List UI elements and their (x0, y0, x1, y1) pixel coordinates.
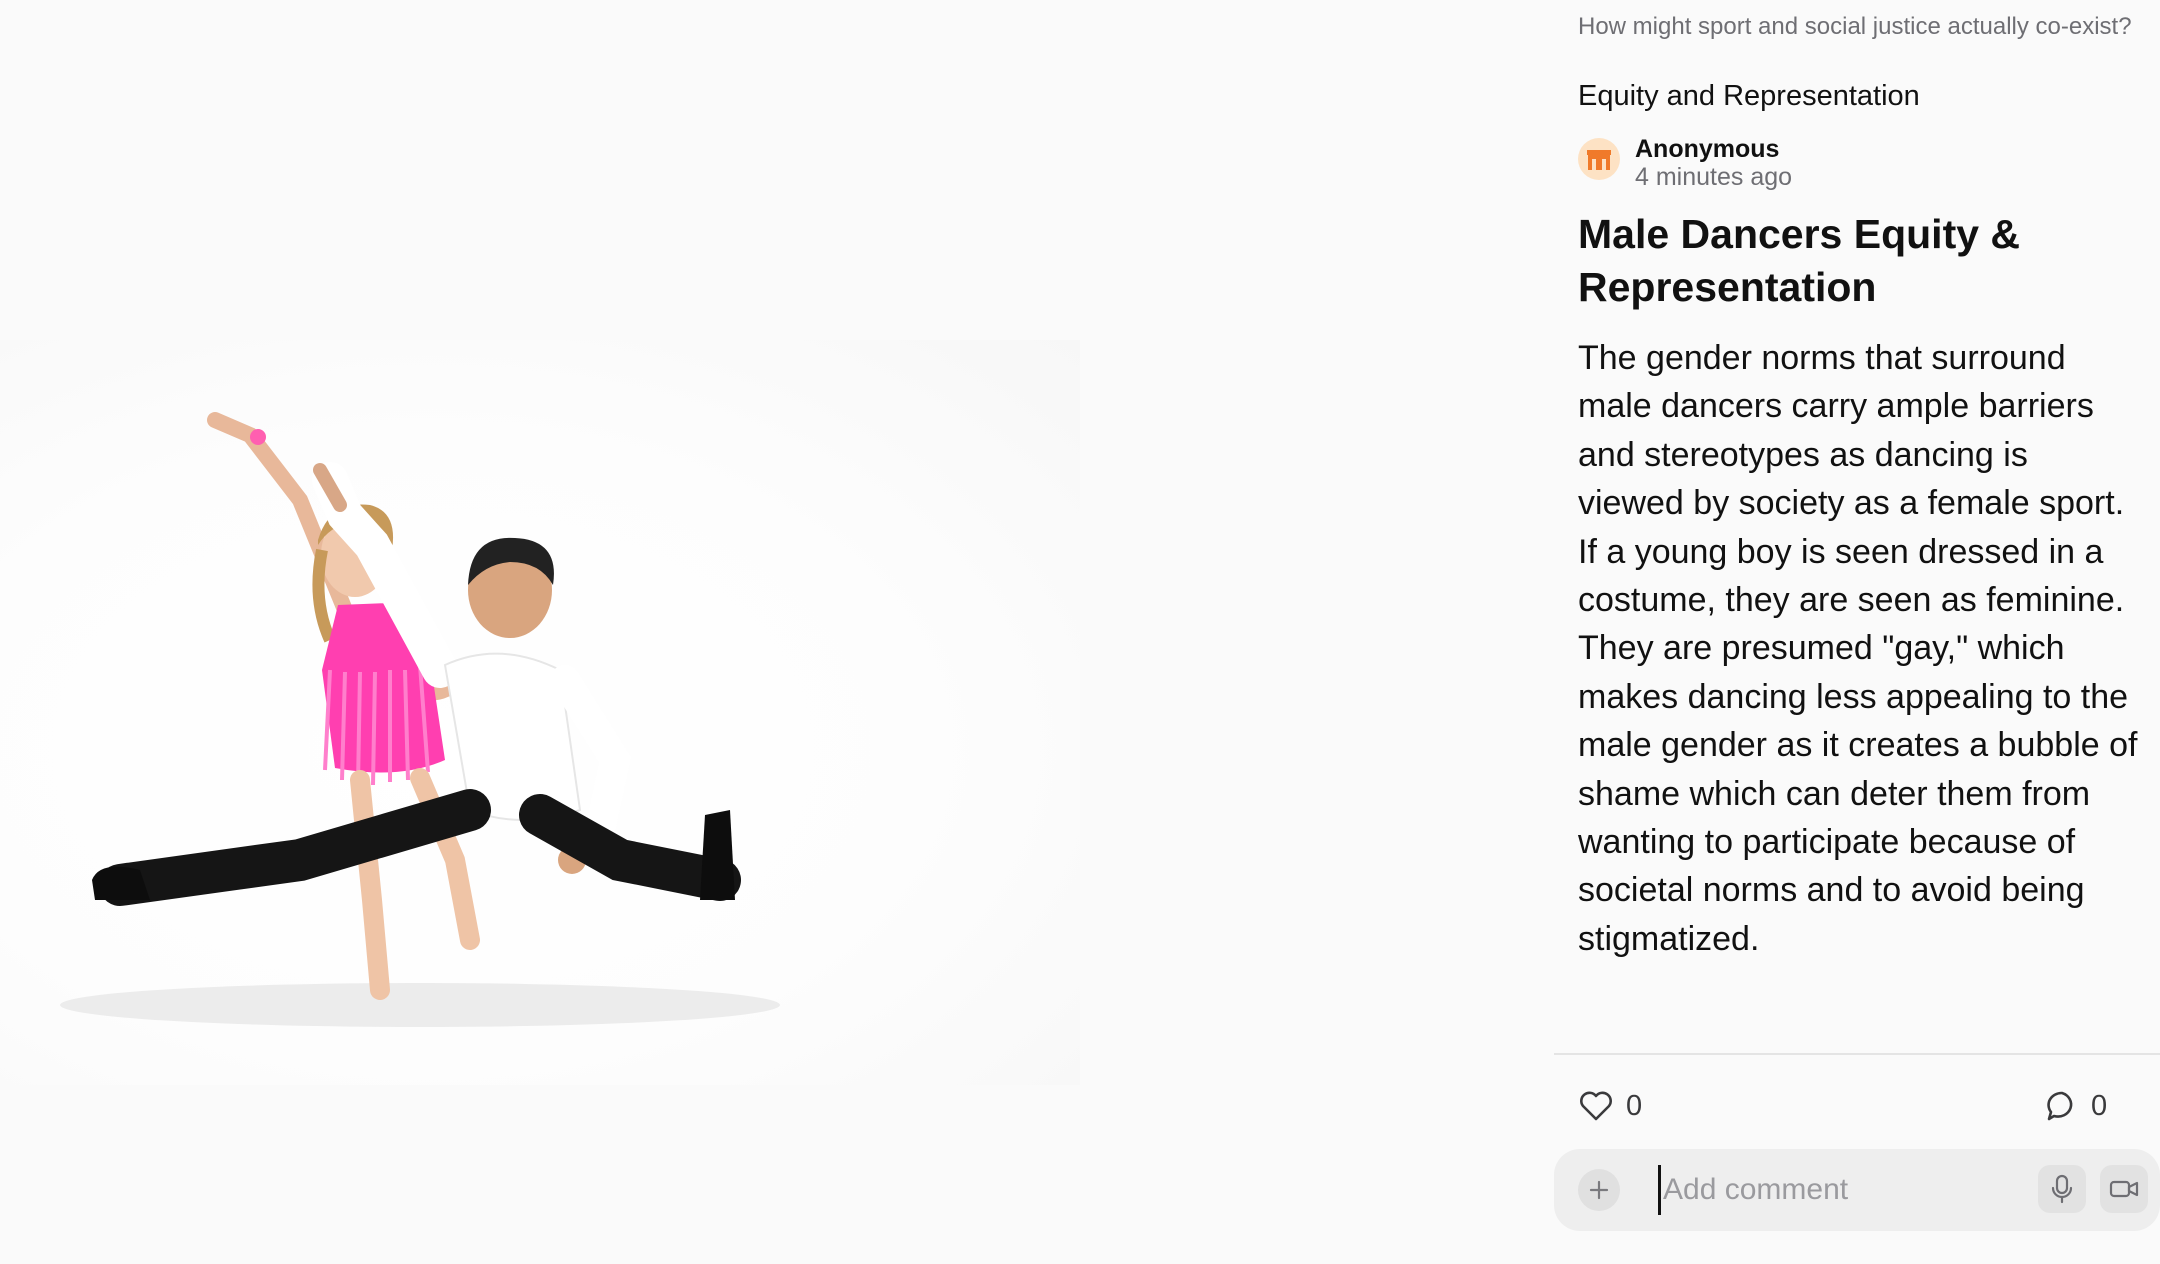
comment-bubble-icon (2047, 1091, 2073, 1121)
like-button[interactable]: 0 (1578, 1086, 1642, 1126)
heart-icon (1580, 1091, 1612, 1121)
avatar (1578, 138, 1620, 180)
comment-input[interactable] (1658, 1165, 1998, 1215)
dancers-illustration (60, 412, 780, 1027)
video-button[interactable] (2100, 1165, 2148, 1213)
microphone-icon (2051, 1174, 2073, 1204)
post-title: Male Dancers Equity & Representation (1578, 211, 2021, 310)
post-timestamp: 4 minutes ago (1635, 163, 1793, 191)
divider (1554, 1053, 2160, 1055)
comments-button[interactable]: 0 (2045, 1086, 2107, 1126)
post-viewer: How might sport and social justice actua… (0, 0, 2160, 1264)
post-body: The gender norms that surround male danc… (1578, 339, 2138, 958)
post-category[interactable]: Equity and Representation (1578, 78, 2138, 114)
post-author: Anonymous 4 minutes ago (1578, 134, 2138, 194)
post-detail-panel: How might sport and social justice actua… (1530, 0, 2160, 1264)
building-icon (1587, 150, 1611, 170)
video-camera-icon (2109, 1180, 2139, 1198)
post-image (0, 340, 1080, 1085)
prompt-breadcrumb[interactable]: How might sport and social justice actua… (1578, 10, 2138, 44)
comment-composer (1554, 1149, 2160, 1231)
plus-icon (1589, 1180, 1609, 1200)
comment-count: 0 (2091, 1089, 2108, 1122)
microphone-button[interactable] (2038, 1165, 2086, 1213)
media-area (0, 0, 1530, 1264)
like-count: 0 (1626, 1089, 1643, 1122)
author-name: Anonymous (1635, 135, 1780, 163)
add-attachment-button[interactable] (1578, 1169, 1620, 1211)
